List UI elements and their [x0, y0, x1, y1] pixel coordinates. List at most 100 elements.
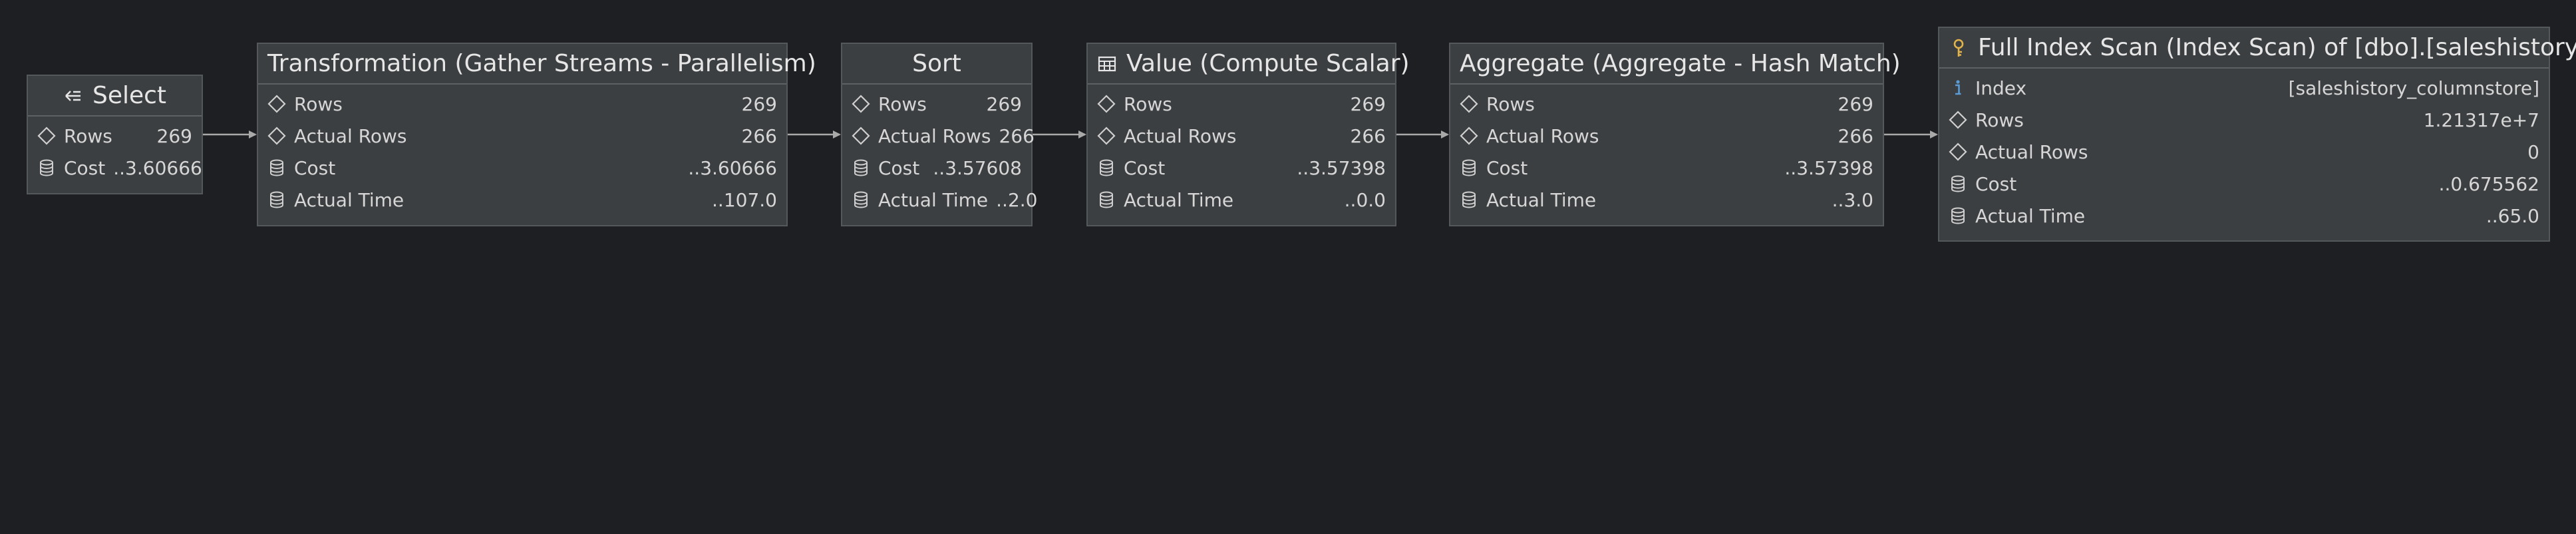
node-sort[interactable]: Sort Rows 269 Actual Rows 266 Cost ..3.57608…	[841, 43, 1038, 226]
property-label: Actual Rows	[1975, 140, 2088, 163]
database-icon	[1947, 173, 1969, 194]
diamond-icon	[1096, 93, 1117, 115]
database-icon	[266, 157, 287, 178]
node-property-row: Rows 269	[1088, 88, 1395, 120]
property-value: ..0.675562	[2438, 172, 2539, 195]
database-icon	[36, 157, 57, 178]
property-label: Rows	[64, 125, 112, 147]
node-title: Value (Compute Scalar)	[1126, 50, 1410, 77]
property-label: Actual Rows	[878, 125, 991, 147]
property-value: [saleshistory_columnstore]	[2288, 77, 2539, 99]
property-label: Rows	[1975, 109, 2024, 131]
property-label: Rows	[294, 93, 343, 115]
property-label: Cost	[1124, 156, 1166, 179]
node-property-row: Rows 269	[1450, 88, 1883, 120]
property-label: Actual Time	[1486, 188, 1597, 211]
diamond-icon	[1947, 109, 1969, 131]
node-property-row: Cost ..3.60666	[258, 152, 786, 184]
property-label: Actual Rows	[1124, 125, 1237, 147]
property-label: Actual Time	[1124, 188, 1234, 211]
property-value: 266	[1838, 125, 1873, 147]
node-property-row: Actual Rows 266	[1088, 120, 1395, 152]
key-icon	[1949, 38, 1969, 58]
database-icon	[1458, 157, 1480, 178]
database-icon	[266, 189, 287, 210]
database-icon	[1458, 189, 1480, 210]
property-value: ..3.57608	[933, 156, 1022, 179]
property-label: Cost	[1486, 156, 1528, 179]
node-title: Aggregate (Aggregate - Hash Match)	[1460, 50, 1901, 77]
node-select[interactable]: Select Rows 269 Cost ..3.60666	[27, 75, 203, 194]
property-label: Cost	[1975, 172, 2017, 195]
node-property-row: Cost ..3.57608	[842, 152, 1031, 184]
property-value: ..3.57398	[1297, 156, 1386, 179]
property-value: 269	[986, 93, 1022, 115]
property-label: Rows	[1124, 93, 1172, 115]
property-label: Actual Time	[1975, 204, 2086, 227]
node-property-row: Index [saleshistory_columnstore]	[1939, 72, 2549, 104]
select-arrow-icon	[63, 86, 83, 106]
property-value: 266	[999, 125, 1035, 147]
node-property-row: Actual Rows 266	[258, 120, 786, 152]
node-property-row: Cost ..3.57398	[1450, 152, 1883, 184]
node-property-row: Cost ..3.60666	[28, 152, 202, 184]
node-index-scan[interactable]: Full Index Scan (Index Scan) of [dbo].[s…	[1938, 27, 2576, 242]
property-value: ..3.60666	[688, 156, 777, 179]
node-property-row: Cost ..3.57398	[1088, 152, 1395, 184]
node-property-row: Actual Time ..2.0	[842, 184, 1038, 216]
node-title: Full Index Scan (Index Scan) of [dbo].[s…	[1978, 34, 2576, 61]
property-value: ..3.0	[1832, 188, 1873, 211]
property-label: Actual Time	[878, 188, 989, 211]
info-icon	[1947, 77, 1969, 99]
node-property-row: Actual Rows 0	[1939, 136, 2549, 168]
node-rows: Rows 269 Cost ..3.60666	[28, 117, 202, 184]
node-rows: Index [saleshistory_columnstore] Rows 1.213…	[1939, 69, 2549, 232]
property-label: Cost	[64, 156, 106, 179]
diamond-icon	[36, 125, 57, 146]
node-hash-match[interactable]: Aggregate (Aggregate - Hash Match) Rows 2…	[1449, 43, 1901, 226]
node-header: Value (Compute Scalar)	[1088, 44, 1410, 85]
property-value: 269	[741, 93, 777, 115]
node-gather-streams[interactable]: Transformation (Gather Streams - Paralle…	[257, 43, 816, 226]
property-value: ..0.0	[1344, 188, 1386, 211]
database-icon	[1096, 157, 1117, 178]
database-icon	[850, 189, 872, 210]
node-property-row: Rows 1.21317e+7	[1939, 104, 2549, 136]
node-property-row: Actual Time ..107.0	[258, 184, 786, 216]
property-value: ..2.0	[996, 188, 1038, 211]
property-label: Actual Rows	[294, 125, 407, 147]
diamond-icon	[266, 125, 287, 146]
diamond-icon	[266, 93, 287, 115]
property-value: ..107.0	[712, 188, 777, 211]
diamond-icon	[1458, 93, 1480, 115]
property-value: 1.21317e+7	[2423, 109, 2539, 131]
property-value: ..3.60666	[113, 156, 202, 179]
property-label: Rows	[878, 93, 927, 115]
node-property-row: Rows 269	[258, 88, 786, 120]
node-property-row: Actual Rows 266	[842, 120, 1035, 152]
node-rows: Rows 269 Actual Rows 266 Cost ..3.57398 Actu…	[1088, 85, 1395, 216]
node-title: Sort	[912, 50, 961, 77]
node-header: Transformation (Gather Streams - Paralle…	[258, 44, 816, 85]
property-value: 0	[2527, 140, 2539, 163]
property-label: Cost	[878, 156, 920, 179]
node-property-row: Actual Time ..3.0	[1450, 184, 1883, 216]
node-rows: Rows 269 Actual Rows 266 Cost ..3.60666 Actu…	[258, 85, 786, 216]
node-compute-scalar[interactable]: Value (Compute Scalar) Rows 269 Actual Row…	[1086, 43, 1410, 226]
property-label: Actual Rows	[1486, 125, 1599, 147]
table-icon	[1097, 54, 1117, 74]
property-value: ..3.57398	[1784, 156, 1873, 179]
node-property-row: Actual Time ..65.0	[1939, 200, 2549, 232]
node-property-row: Actual Time ..0.0	[1088, 184, 1395, 216]
property-value: 266	[741, 125, 777, 147]
property-value: 266	[1350, 125, 1386, 147]
node-property-row: Cost ..0.675562	[1939, 168, 2549, 200]
property-value: ..65.0	[2486, 204, 2539, 227]
diamond-icon	[1096, 125, 1117, 146]
node-rows: Rows 269 Actual Rows 266 Cost ..3.57398 Actu…	[1450, 85, 1883, 216]
node-title: Select	[92, 82, 167, 109]
node-header: Full Index Scan (Index Scan) of [dbo].[s…	[1939, 28, 2576, 69]
diamond-icon	[1458, 125, 1480, 146]
property-label: Index	[1975, 77, 2027, 99]
property-label: Rows	[1486, 93, 1535, 115]
